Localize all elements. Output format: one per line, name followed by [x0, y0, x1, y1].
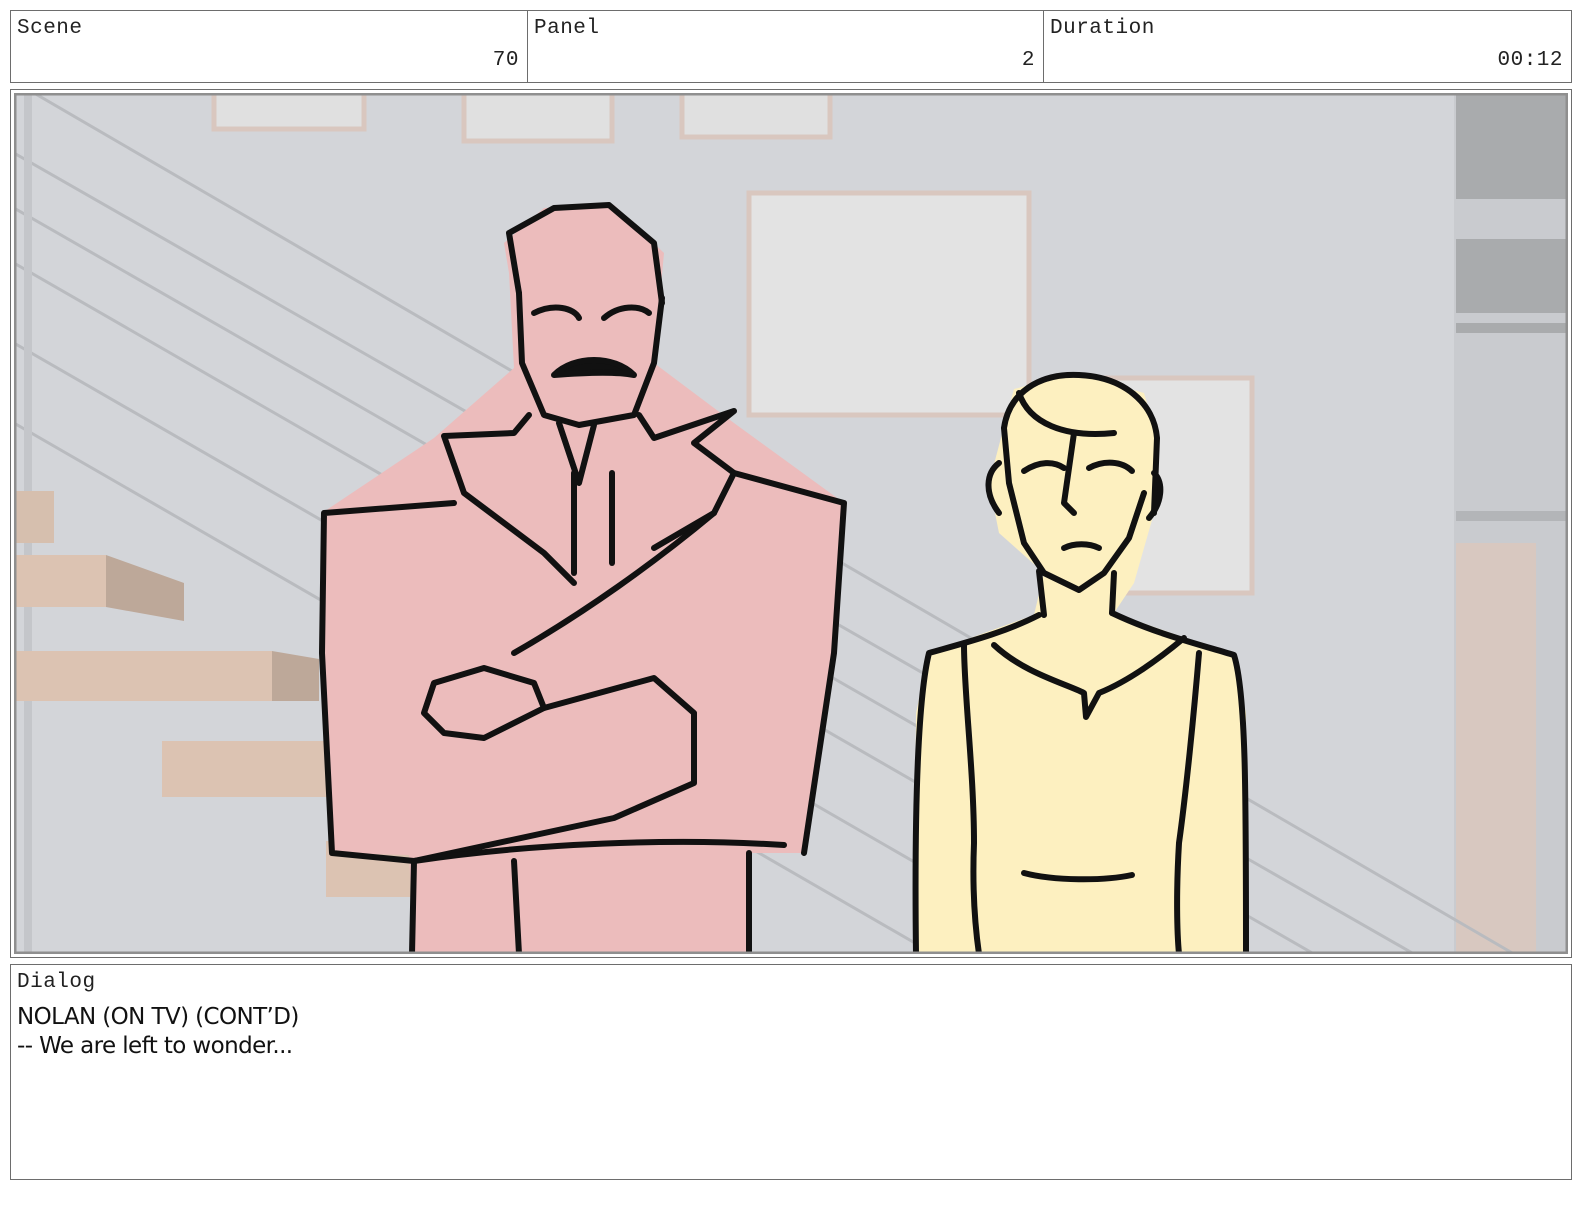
storyboard-panel — [10, 89, 1572, 958]
panel-label: Panel — [534, 17, 600, 40]
duration-cell: Duration 00:12 — [1043, 11, 1571, 82]
door-panel — [1456, 239, 1568, 313]
dialog-label: Dialog — [17, 971, 96, 994]
scene-label: Scene — [17, 17, 83, 40]
dialog-line-speaker: NOLAN (ON TV) (CONT’D) — [17, 1004, 299, 1030]
scene-number: 70 — [492, 49, 519, 72]
dialog-box: Dialog NOLAN (ON TV) (CONT’D) -- We are … — [10, 964, 1572, 1180]
panel-info-header: Scene 70 Panel 2 Duration 00:12 — [10, 10, 1572, 83]
dialog-line-speech: -- We are left to wonder... — [17, 1033, 293, 1059]
panel-number: 2 — [1021, 49, 1035, 72]
dialog-text: NOLAN (ON TV) (CONT’D) -- We are left to… — [17, 1003, 299, 1061]
door-panel — [1456, 511, 1568, 521]
door-panel — [1456, 93, 1568, 199]
door-panel — [1456, 323, 1568, 333]
door-panel — [1456, 543, 1536, 954]
panel-cell: Panel 2 — [527, 11, 1043, 82]
duration-value: 00:12 — [1497, 49, 1563, 72]
scene-cell: Scene 70 — [11, 11, 527, 82]
duration-label: Duration — [1050, 17, 1155, 40]
panel-drawing — [14, 93, 1568, 954]
